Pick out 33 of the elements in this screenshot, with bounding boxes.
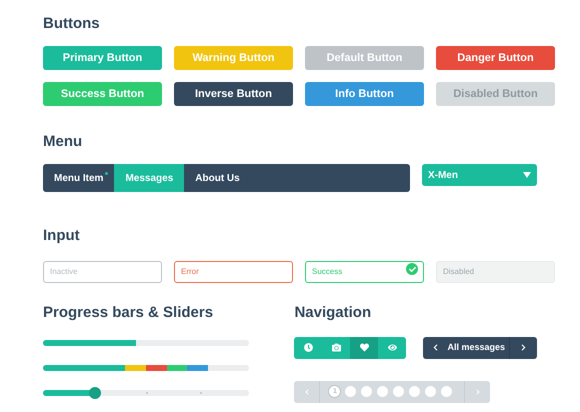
section-title: Buttons — [43, 14, 101, 34]
button[interactable]: Danger Button — [436, 46, 555, 70]
chevron-right-icon — [520, 344, 527, 351]
input-field[interactable]: Inactive — [43, 260, 162, 282]
button[interactable]: Success Button — [43, 82, 162, 106]
button[interactable]: Primary Button — [43, 46, 162, 70]
heart-icon — [360, 343, 369, 352]
tick-mark — [200, 392, 202, 394]
section-title: Progress bars & Sliders — [43, 302, 214, 322]
section-title: Menu — [43, 132, 84, 152]
menu-item[interactable]: Messages — [114, 164, 184, 192]
icon-button[interactable] — [350, 336, 378, 358]
section-title: Input — [43, 226, 81, 246]
slider-handle[interactable] — [88, 386, 100, 398]
clock-icon — [304, 343, 313, 352]
button[interactable]: Inverse Button — [174, 82, 293, 106]
button[interactable]: Default Button — [305, 46, 424, 70]
section-title: Navigation — [294, 302, 372, 322]
nav-label: All messages — [446, 340, 506, 354]
input-field[interactable]: Error — [174, 260, 293, 282]
eye-icon — [388, 343, 397, 352]
camera-icon — [332, 343, 341, 352]
menu-item[interactable]: About Us — [184, 164, 251, 192]
caret-icon — [523, 172, 531, 178]
menu-item[interactable]: Menu Item — [43, 164, 114, 192]
tick-mark — [146, 392, 148, 394]
chevron-left-icon — [304, 388, 310, 394]
dropdown[interactable]: X-Men — [422, 164, 537, 186]
chevron-left-icon — [432, 344, 440, 351]
input-field[interactable]: Success — [305, 260, 424, 282]
chevron-right-icon — [474, 388, 481, 394]
button[interactable]: Warning Button — [174, 46, 293, 70]
button[interactable]: Info Button — [305, 82, 424, 106]
